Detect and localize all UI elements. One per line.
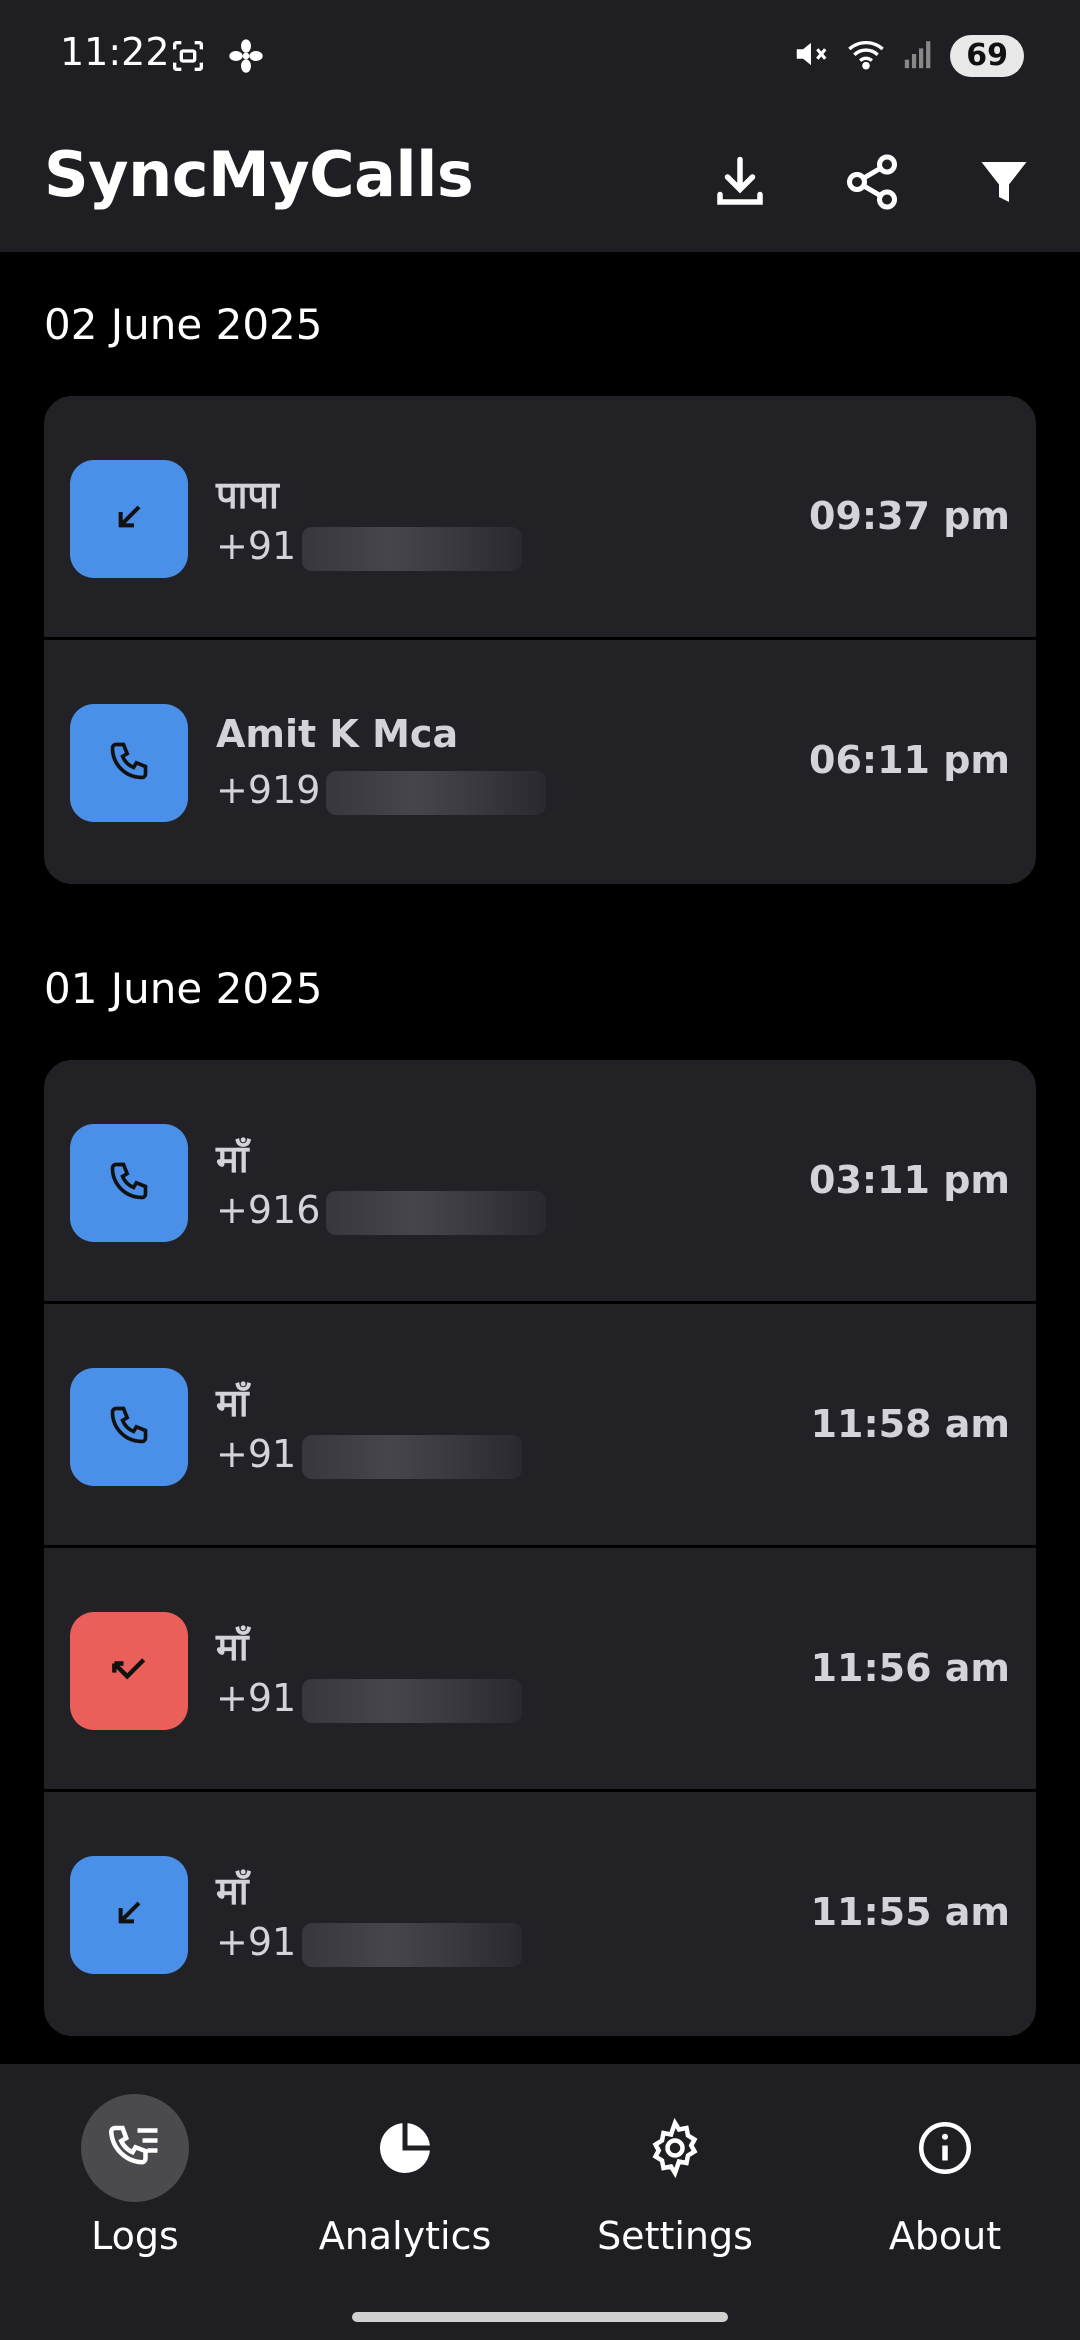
call-type-badge bbox=[70, 1368, 188, 1486]
gear-icon bbox=[621, 2094, 729, 2202]
call-time: 11:58 am bbox=[810, 1402, 1010, 1446]
call-type-badge bbox=[70, 1856, 188, 1974]
call-row[interactable]: माँ +916 03:11 pm bbox=[44, 1060, 1036, 1304]
nav-label-about: About bbox=[888, 2214, 1002, 2258]
nav-label-settings: Settings bbox=[597, 2214, 753, 2258]
bottom-navigation: Logs Analytics Settings About bbox=[0, 2064, 1080, 2294]
share-icon bbox=[842, 152, 902, 216]
redacted-number bbox=[302, 1434, 523, 1479]
contact-number: +916 bbox=[216, 1188, 547, 1235]
nav-item-analytics[interactable]: Analytics bbox=[270, 2064, 540, 2294]
mute-icon bbox=[792, 35, 830, 77]
call-time: 03:11 pm bbox=[809, 1158, 1010, 1202]
contact-number: +91 bbox=[216, 1676, 523, 1723]
nav-item-settings[interactable]: Settings bbox=[540, 2064, 810, 2294]
wifi-icon bbox=[844, 34, 888, 78]
incoming-call-icon bbox=[109, 497, 149, 541]
call-row[interactable]: पापा +91 09:37 pm bbox=[44, 396, 1036, 640]
redacted-number bbox=[326, 770, 547, 815]
phone-icon bbox=[107, 739, 151, 787]
call-time: 09:37 pm bbox=[809, 494, 1010, 538]
contact-name: माँ bbox=[216, 1381, 249, 1425]
phone-icon bbox=[107, 1403, 151, 1451]
status-left-icons bbox=[168, 36, 266, 80]
call-time: 11:56 am bbox=[810, 1646, 1010, 1690]
call-type-badge bbox=[70, 460, 188, 578]
incoming-call-icon bbox=[109, 1893, 149, 1937]
redacted-number bbox=[302, 1678, 523, 1723]
call-time: 11:55 am bbox=[810, 1890, 1010, 1934]
info-icon bbox=[891, 2094, 999, 2202]
contact-number: +91 bbox=[216, 524, 523, 571]
call-row[interactable]: माँ +91 11:56 am bbox=[44, 1548, 1036, 1792]
call-group-card: पापा +91 09:37 pm Amit K Mca +919 06:11 … bbox=[44, 396, 1036, 884]
share-button[interactable] bbox=[826, 138, 918, 230]
status-time: 11:22 bbox=[60, 30, 170, 74]
filter-button[interactable] bbox=[958, 138, 1050, 230]
app-title: SyncMyCalls bbox=[44, 138, 474, 211]
call-type-badge bbox=[70, 1124, 188, 1242]
status-right-icons: 69 bbox=[792, 34, 1024, 78]
contact-name: पापा bbox=[216, 473, 279, 517]
contact-number: +91 bbox=[216, 1920, 523, 1967]
battery-level: 69 bbox=[950, 35, 1024, 77]
phone-icon bbox=[107, 1159, 151, 1207]
pie-chart-icon bbox=[351, 2094, 459, 2202]
redacted-number bbox=[302, 1922, 523, 1967]
app-bar: SyncMyCalls bbox=[0, 116, 1080, 252]
call-row[interactable]: माँ +91 11:55 am bbox=[44, 1792, 1036, 2036]
home-gesture-bar[interactable] bbox=[352, 2312, 728, 2322]
call-time: 06:11 pm bbox=[809, 738, 1010, 782]
call-row[interactable]: माँ +91 11:58 am bbox=[44, 1304, 1036, 1548]
contact-name: माँ bbox=[216, 1137, 249, 1181]
download-icon bbox=[710, 152, 770, 216]
call-type-badge bbox=[70, 1612, 188, 1730]
call-log-icon bbox=[81, 2094, 189, 2202]
contact-number: +91 bbox=[216, 1432, 523, 1479]
redacted-number bbox=[302, 526, 523, 571]
download-button[interactable] bbox=[694, 138, 786, 230]
nav-item-logs[interactable]: Logs bbox=[0, 2064, 270, 2294]
screenshot-icon bbox=[168, 36, 208, 80]
signal-icon bbox=[902, 35, 936, 77]
missed-call-icon bbox=[107, 1647, 151, 1695]
contact-number: +919 bbox=[216, 768, 547, 815]
call-group-card: माँ +916 03:11 pm माँ +91 11:58 am माँ +… bbox=[44, 1060, 1036, 2036]
contact-name: माँ bbox=[216, 1625, 249, 1669]
contact-name: Amit K Mca bbox=[216, 712, 459, 756]
fan-icon bbox=[226, 36, 266, 80]
call-row[interactable]: Amit K Mca +919 06:11 pm bbox=[44, 640, 1036, 884]
nav-label-analytics: Analytics bbox=[318, 2214, 492, 2258]
contact-name: माँ bbox=[216, 1869, 249, 1913]
filter-icon bbox=[974, 152, 1034, 216]
status-bar: 11:22 69 bbox=[0, 0, 1080, 116]
date-header: 01 June 2025 bbox=[44, 964, 323, 1013]
app-actions bbox=[694, 138, 1050, 230]
call-log-list[interactable]: 02 June 2025 पापा +91 09:37 pm Amit K Mc… bbox=[0, 252, 1080, 2064]
call-type-badge bbox=[70, 704, 188, 822]
nav-item-about[interactable]: About bbox=[810, 2064, 1080, 2294]
nav-label-logs: Logs bbox=[91, 2214, 179, 2258]
redacted-number bbox=[326, 1190, 547, 1235]
date-header: 02 June 2025 bbox=[44, 300, 323, 349]
